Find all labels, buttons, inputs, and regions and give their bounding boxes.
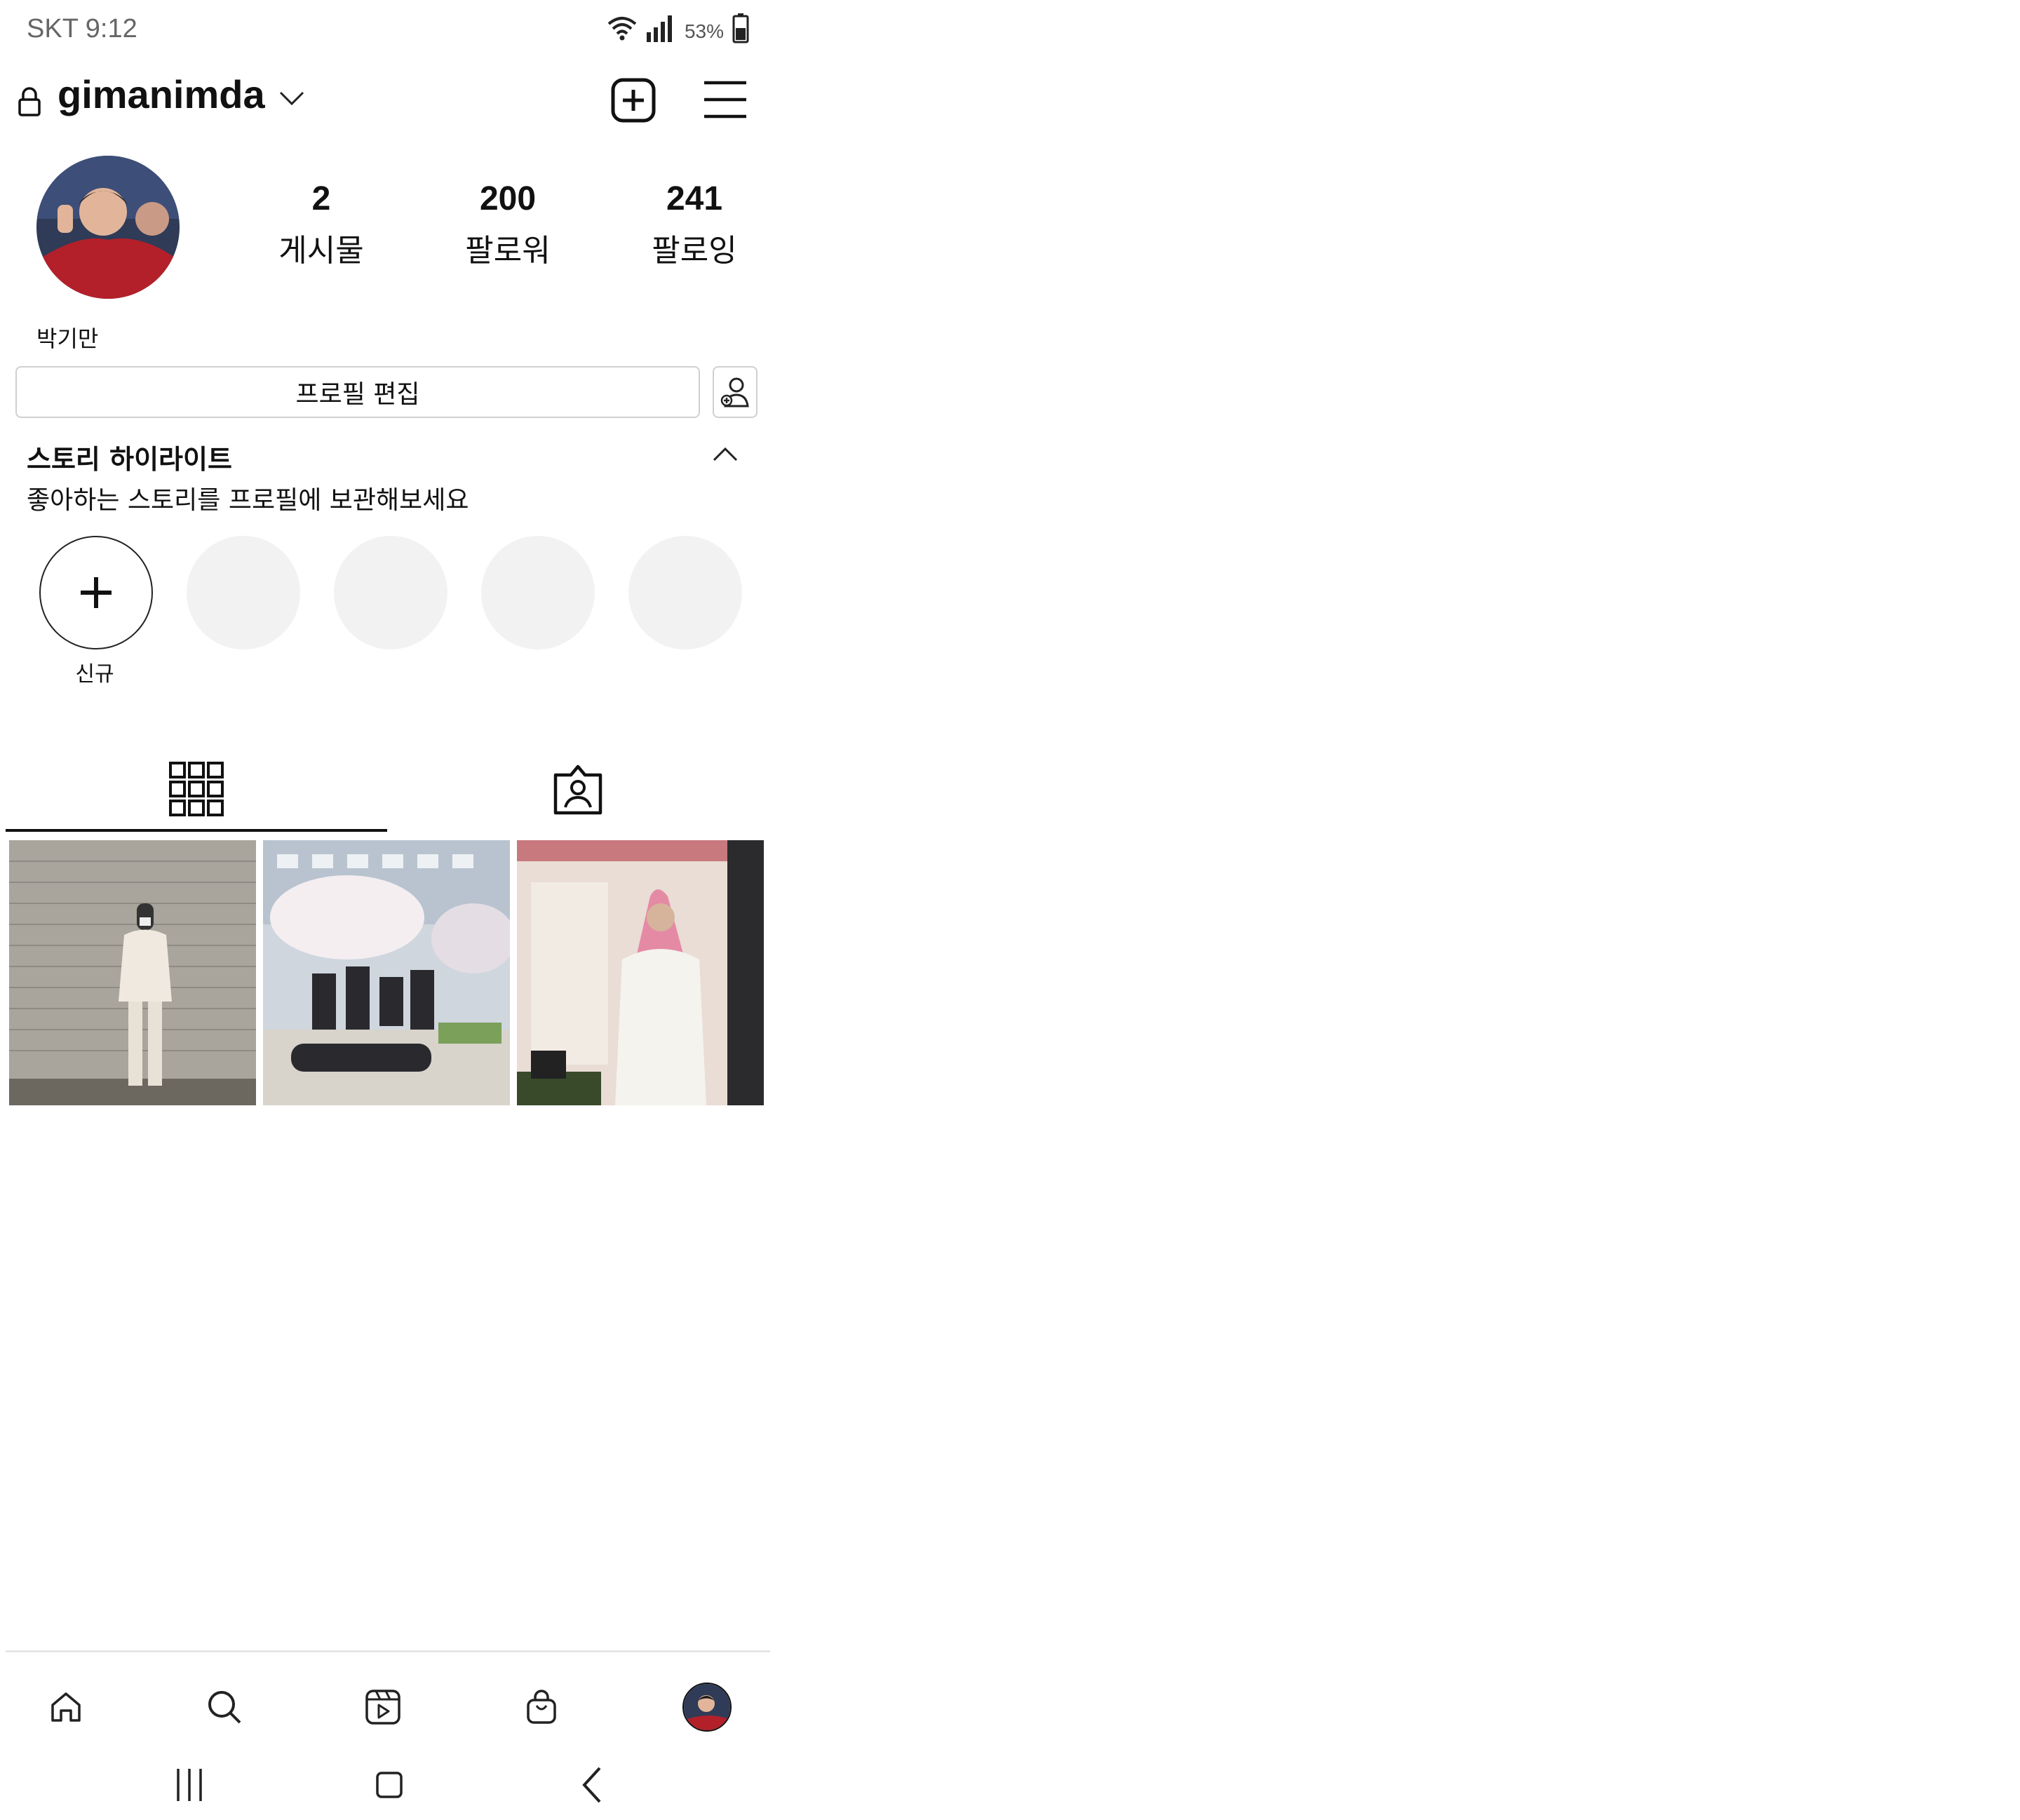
home-button[interactable] [361,1760,417,1809]
highlight-placeholder [334,536,447,649]
nav-search[interactable] [196,1679,252,1735]
profile-screen: SKT 9:12 53% gimanimda 2 게시물 200 팔로워 241… [0,0,772,1820]
stat-value: 2 [311,180,331,217]
post-thumbnail[interactable] [9,840,256,1105]
profile-header: gimanimda [17,70,758,133]
home-icon [51,1692,81,1722]
tab-tagged[interactable] [387,743,769,835]
stat-label: 팔로워 [465,233,551,269]
recent-apps-icon [177,1769,202,1801]
add-person-icon [720,377,749,407]
nav-home[interactable] [38,1679,94,1735]
search-icon [208,1691,241,1724]
battery-percent: 53% [684,20,724,42]
carrier-time: SKT 9:12 [27,14,137,43]
wifi-icon [607,17,637,41]
system-nav-bar [0,1753,772,1816]
back-arrow-icon [582,1767,601,1803]
stat-value: 200 [479,180,537,217]
battery-icon [732,13,749,43]
chevron-up-icon[interactable] [711,446,739,463]
tagged-person-icon [553,764,602,815]
highlight-placeholder [187,536,300,649]
edit-profile-button[interactable]: 프로필 편집 [15,366,700,418]
lock-icon [18,87,41,116]
stat-following[interactable]: 241 팔로잉 [617,180,772,270]
nav-shop[interactable] [513,1679,570,1735]
nav-profile[interactable] [679,1679,735,1735]
profile-avatar[interactable] [36,156,180,299]
highlights-title: 스토리 하이라이트 [27,444,232,475]
back-button[interactable] [564,1760,620,1809]
stat-posts[interactable]: 2 게시물 [244,180,398,270]
recents-button[interactable] [161,1760,217,1809]
full-name: 박기만 [36,325,99,352]
username-switcher[interactable]: gimanimda [58,72,265,117]
active-tab-indicator [6,829,387,832]
avatar [682,1683,732,1732]
shopping-bag-icon [527,1690,556,1724]
post-thumbnail[interactable] [263,840,510,1105]
chevron-down-icon[interactable] [278,90,306,107]
tab-posts-grid[interactable] [6,743,387,835]
new-highlight-label: 신규 [75,662,114,687]
nav-reels[interactable] [355,1679,411,1735]
discover-people-button[interactable] [713,366,758,418]
stat-label: 게시물 [278,233,364,269]
bottom-nav [0,1673,772,1737]
post-thumbnail[interactable] [517,840,764,1105]
highlight-placeholder [628,536,742,649]
hamburger-menu-icon[interactable] [703,80,748,119]
signal-icon [646,15,672,42]
status-icons: 53% [607,13,749,43]
plus-icon [81,577,112,608]
stat-followers[interactable]: 200 팔로워 [431,180,585,270]
square-icon [376,1772,403,1798]
reels-icon [365,1690,400,1725]
bottom-nav-divider [6,1650,770,1652]
grid-icon [169,762,224,816]
highlights-subtitle: 좋아하는 스토리를 프로필에 보관해보세요 [27,486,469,515]
stat-value: 241 [666,180,723,217]
status-bar: SKT 9:12 53% [27,8,749,45]
stat-label: 팔로잉 [652,233,737,269]
new-highlight-button[interactable] [39,536,153,649]
plus-square-icon[interactable] [610,77,656,123]
highlight-placeholder [481,536,595,649]
